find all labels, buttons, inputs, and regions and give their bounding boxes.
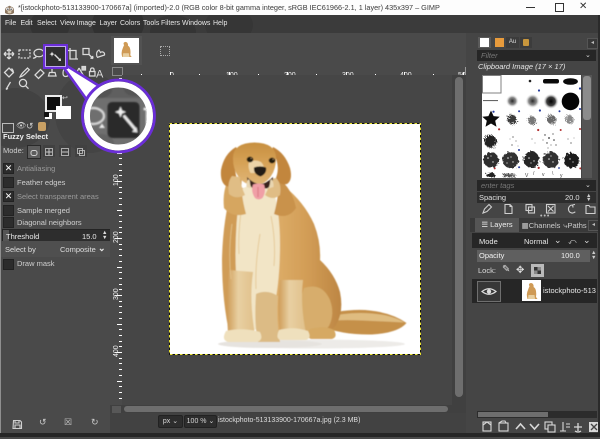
svg-text:y: y xyxy=(560,173,563,178)
svg-text:/: / xyxy=(533,171,535,177)
svg-text:\: \ xyxy=(552,171,554,177)
svg-text:V: V xyxy=(525,173,529,178)
svg-text:100: 100 xyxy=(113,174,120,186)
svg-text:200: 200 xyxy=(113,231,120,243)
svg-text:v: v xyxy=(542,172,545,178)
svg-text:300: 300 xyxy=(113,288,120,300)
svg-text:400: 400 xyxy=(113,345,120,357)
